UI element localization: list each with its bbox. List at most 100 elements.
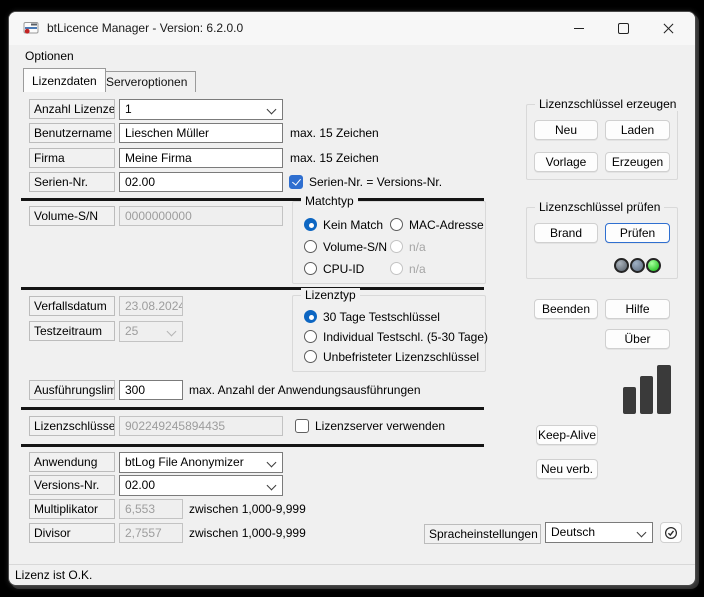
firma-label: Firma xyxy=(29,148,115,168)
testzeitraum-select: 25 xyxy=(119,321,183,342)
spracheinstellungen-label: Spracheinstellungen xyxy=(424,524,541,544)
separator xyxy=(21,407,484,410)
radio-unbefristet-label: Unbefristeter Lizenzschlüssel xyxy=(323,350,479,364)
lizenztyp-group-title: Lizenztyp xyxy=(301,288,360,302)
radio-volume-sn[interactable]: Volume-S/N xyxy=(304,239,387,254)
menu-bar: Optionen xyxy=(9,45,695,67)
signal-bars-icon xyxy=(657,365,671,414)
chevron-down-icon xyxy=(267,458,277,468)
title-bar: btLicence Manager - Version: 6.2.0.0 xyxy=(9,12,695,45)
tab-lizenzdaten[interactable]: Lizenzdaten xyxy=(23,68,106,92)
anwendung-select[interactable]: btLog File Anonymizer xyxy=(119,452,283,473)
radio-30-tage[interactable]: 30 Tage Testschlüssel xyxy=(304,309,440,324)
pruefen-button[interactable]: Prüfen xyxy=(605,223,670,243)
radio-selected-icon xyxy=(304,218,317,231)
benutzername-hint: max. 15 Zeichen xyxy=(290,126,379,140)
app-window: btLicence Manager - Version: 6.2.0.0 Opt… xyxy=(8,11,696,586)
firma-input[interactable]: Meine Firma xyxy=(119,148,283,168)
anwendung-value: btLog File Anonymizer xyxy=(125,455,244,469)
keep-alive-button[interactable]: Keep-Alive xyxy=(536,425,598,445)
tab-serveroptionen[interactable]: Serveroptionen xyxy=(97,71,196,92)
versions-nr-label: Versions-Nr. xyxy=(29,475,115,495)
chevron-down-icon xyxy=(167,327,177,337)
divisor-label: Divisor xyxy=(29,523,115,543)
beenden-button[interactable]: Beenden xyxy=(534,299,598,319)
radio-cpu-id[interactable]: CPU-ID xyxy=(304,261,364,276)
radio-30-tage-label: 30 Tage Testschlüssel xyxy=(323,310,440,324)
ausfuehrungslimit-input[interactable]: 300 xyxy=(119,380,183,400)
divisor-input: 2,7557 xyxy=(119,523,183,543)
verfallsdatum-input: 23.08.2024 xyxy=(119,296,183,316)
matchtyp-group-title: Matchtyp xyxy=(301,194,358,208)
lizenzserver-checkbox-label: Lizenzserver verwenden xyxy=(315,419,445,433)
radio-cpu-id-label: CPU-ID xyxy=(323,262,364,276)
erzeugen-button[interactable]: Erzeugen xyxy=(605,152,670,172)
laden-button[interactable]: Laden xyxy=(605,120,670,140)
erzeugen-group-title: Lizenzschlüssel erzeugen xyxy=(535,97,680,111)
close-icon xyxy=(663,23,674,34)
sprache-value: Deutsch xyxy=(551,525,595,539)
ueber-button[interactable]: Über xyxy=(605,329,670,349)
radio-individual[interactable]: Individual Testschl. (5-30 Tage) xyxy=(304,329,488,344)
vorlage-button[interactable]: Vorlage xyxy=(534,152,598,172)
checkbox-checked-icon xyxy=(289,175,303,189)
verfallsdatum-label: Verfallsdatum xyxy=(29,296,115,316)
multiplikator-input: 6,553 xyxy=(119,499,183,519)
check-circle-icon xyxy=(664,526,678,540)
tab-serveroptionen-label: Serveroptionen xyxy=(106,75,187,89)
radio-icon xyxy=(304,350,317,363)
serien-versions-checkbox-label: Serien-Nr. = Versions-Nr. xyxy=(309,175,442,189)
lizenzserver-checkbox[interactable]: Lizenzserver verwenden xyxy=(295,418,445,433)
radio-icon xyxy=(304,240,317,253)
divisor-hint: zwischen 1,000-9,999 xyxy=(189,526,306,540)
radio-na-1: n/a xyxy=(390,239,426,254)
radio-icon xyxy=(390,218,403,231)
chevron-down-icon xyxy=(267,105,277,115)
testzeitraum-label: Testzeitraum xyxy=(29,321,115,341)
volume-sn-input: 0000000000 xyxy=(119,206,283,226)
radio-disabled-icon xyxy=(390,240,403,253)
signal-bars-icon xyxy=(623,387,636,414)
benutzername-label: Benutzername xyxy=(29,123,115,143)
radio-mac-adresse-label: MAC-Adresse xyxy=(409,218,484,232)
anwendung-label: Anwendung xyxy=(29,452,115,472)
signal-bars-icon xyxy=(640,376,653,414)
radio-disabled-icon xyxy=(390,262,403,275)
radio-mac-adresse[interactable]: MAC-Adresse xyxy=(390,217,484,232)
benutzername-input[interactable]: Lieschen Müller xyxy=(119,123,283,143)
radio-na-1-label: n/a xyxy=(409,240,426,254)
menu-item-optionen[interactable]: Optionen xyxy=(25,49,74,63)
radio-na-2: n/a xyxy=(390,261,426,276)
versions-nr-value: 02.00 xyxy=(125,478,155,492)
neu-verb-button[interactable]: Neu verb. xyxy=(536,459,598,479)
window-title: btLicence Manager - Version: 6.2.0.0 xyxy=(47,21,243,35)
radio-kein-match[interactable]: Kein Match xyxy=(304,217,383,232)
separator xyxy=(21,287,484,290)
radio-volume-sn-label: Volume-S/N xyxy=(323,240,387,254)
tab-lizenzdaten-label: Lizenzdaten xyxy=(32,74,97,88)
apply-language-button[interactable] xyxy=(660,522,682,543)
versions-nr-select[interactable]: 02.00 xyxy=(119,475,283,496)
radio-icon xyxy=(304,330,317,343)
chevron-down-icon xyxy=(267,481,277,491)
radio-na-2-label: n/a xyxy=(409,262,426,276)
close-button[interactable] xyxy=(646,12,691,45)
tab-strip: Lizenzdaten Serveroptionen xyxy=(23,67,695,92)
hilfe-button[interactable]: Hilfe xyxy=(605,299,670,319)
status-led-gray-2 xyxy=(630,258,645,273)
maximize-button[interactable] xyxy=(601,12,646,45)
serien-versions-checkbox[interactable]: Serien-Nr. = Versions-Nr. xyxy=(289,174,442,189)
anzahl-lizenzen-select[interactable]: 1 xyxy=(119,99,283,120)
radio-kein-match-label: Kein Match xyxy=(323,218,383,232)
brand-button[interactable]: Brand xyxy=(534,223,598,243)
radio-unbefristet[interactable]: Unbefristeter Lizenzschlüssel xyxy=(304,349,479,364)
anzahl-lizenzen-value: 1 xyxy=(125,102,132,116)
ausfuehrungslimit-label: Ausführungslimit xyxy=(29,380,115,400)
serien-nr-input[interactable]: 02.00 xyxy=(119,172,283,192)
minimize-button[interactable] xyxy=(556,12,601,45)
separator xyxy=(21,444,484,447)
minimize-icon xyxy=(574,28,584,29)
sprache-select[interactable]: Deutsch xyxy=(545,522,653,543)
checkbox-icon xyxy=(295,419,309,433)
neu-button[interactable]: Neu xyxy=(534,120,598,140)
